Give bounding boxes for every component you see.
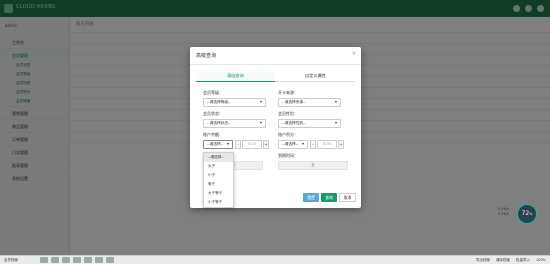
percent: 72 [521,210,530,217]
dropdown-option[interactable]: 大于等于 [204,189,233,198]
points-minus-button[interactable]: - [310,140,316,149]
app-icon[interactable] [62,257,70,263]
expiry-date-range[interactable]: 至 [278,161,348,170]
app-icon[interactable] [106,257,114,263]
balance-input[interactable]: 0.00 [242,140,262,149]
chevron-down-icon [302,143,304,145]
divider [190,64,361,65]
gender-value: --请选择性别-- [282,121,306,125]
screen: CLOUD·HERBS admin 工作台 会员管理 会员列表 会员等级 会员标… [0,0,550,264]
expiry-label: 到期时间： [278,153,298,158]
dropdown-option[interactable]: 大于 [204,162,233,171]
tab-custom-attributes[interactable]: 自定义属性 [276,70,355,82]
points-plus-button[interactable]: + [338,140,344,149]
download-speed: 0.5K/s [498,212,509,216]
chevron-down-icon [227,143,229,145]
card-source-label: 开卡来源： [278,90,298,95]
network-badge[interactable]: 72% [517,204,537,224]
app-icon[interactable] [40,257,48,263]
level-select[interactable]: --请选择等级-- [203,98,266,107]
tab-basic-query[interactable]: 基础查询 [196,70,275,82]
chevron-down-icon [260,101,262,103]
status-value: --请选择状态-- [207,121,231,125]
status-select[interactable]: --请选择状态-- [203,119,266,128]
taskbar-icons [40,257,114,263]
balance-plus-button[interactable]: + [263,140,269,149]
balance-label: 账户余额： [203,132,223,137]
gender-label: 会员性别： [278,111,298,116]
app-icon[interactable] [84,257,92,263]
app-icon[interactable] [51,257,59,263]
app-icon[interactable] [73,257,81,263]
status-bar: 会员档案 导出档案 清除档案 批量导入 100% [0,255,550,264]
balance-operator-dropdown: --请选择-- 大于 小于 等于 大于等于 小于等于 [203,152,234,208]
status-left: 会员档案 [4,258,18,262]
dropdown-option[interactable]: 小于等于 [204,198,233,207]
dropdown-option[interactable]: --请选择-- [204,153,233,162]
cancel-button[interactable]: 取消 [339,193,356,202]
dropdown-option[interactable]: 小于 [204,171,233,180]
status-item[interactable]: 导出档案 [476,256,490,264]
close-icon[interactable]: × [352,51,356,57]
dropdown-option[interactable]: 等于 [204,180,233,189]
level-label: 会员等级： [203,90,223,95]
balance-operator-select[interactable]: --请选择-- [203,140,233,149]
chevron-down-icon [335,122,337,124]
status-item[interactable]: 批量导入 [516,256,530,264]
level-value: --请选择等级-- [207,100,231,104]
points-operator-value: --请选择-- [282,142,299,146]
balance-minus-button[interactable]: - [235,140,241,149]
dialog-title: 高级查询 [196,53,217,59]
points-operator-select[interactable]: --请选择-- [278,140,308,149]
chevron-down-icon [260,122,262,124]
reset-button[interactable]: 重置 [303,193,319,202]
status-label: 会员状态： [203,111,223,116]
balance-operator-value: --请选择-- [207,142,224,146]
range-separator: 至 [311,163,315,167]
query-button[interactable]: 查询 [321,193,337,202]
points-input[interactable]: 0.00 [317,140,337,149]
card-source-select[interactable]: --请选择来源-- [278,98,341,107]
points-label: 账户积分： [278,132,298,137]
zoom-level[interactable]: 100% [536,256,546,264]
chevron-down-icon [335,101,337,103]
tab-bar: 基础查询 自定义属性 [196,70,355,82]
status-right: 导出档案 清除档案 批量导入 100% [476,256,546,264]
status-item[interactable]: 清除档案 [496,256,510,264]
app-icon[interactable] [95,257,103,263]
gender-select[interactable]: --请选择性别-- [278,119,341,128]
network-stats: 0.4K/s 0.5K/s [498,207,509,217]
card-source-value: --请选择来源-- [282,100,306,104]
